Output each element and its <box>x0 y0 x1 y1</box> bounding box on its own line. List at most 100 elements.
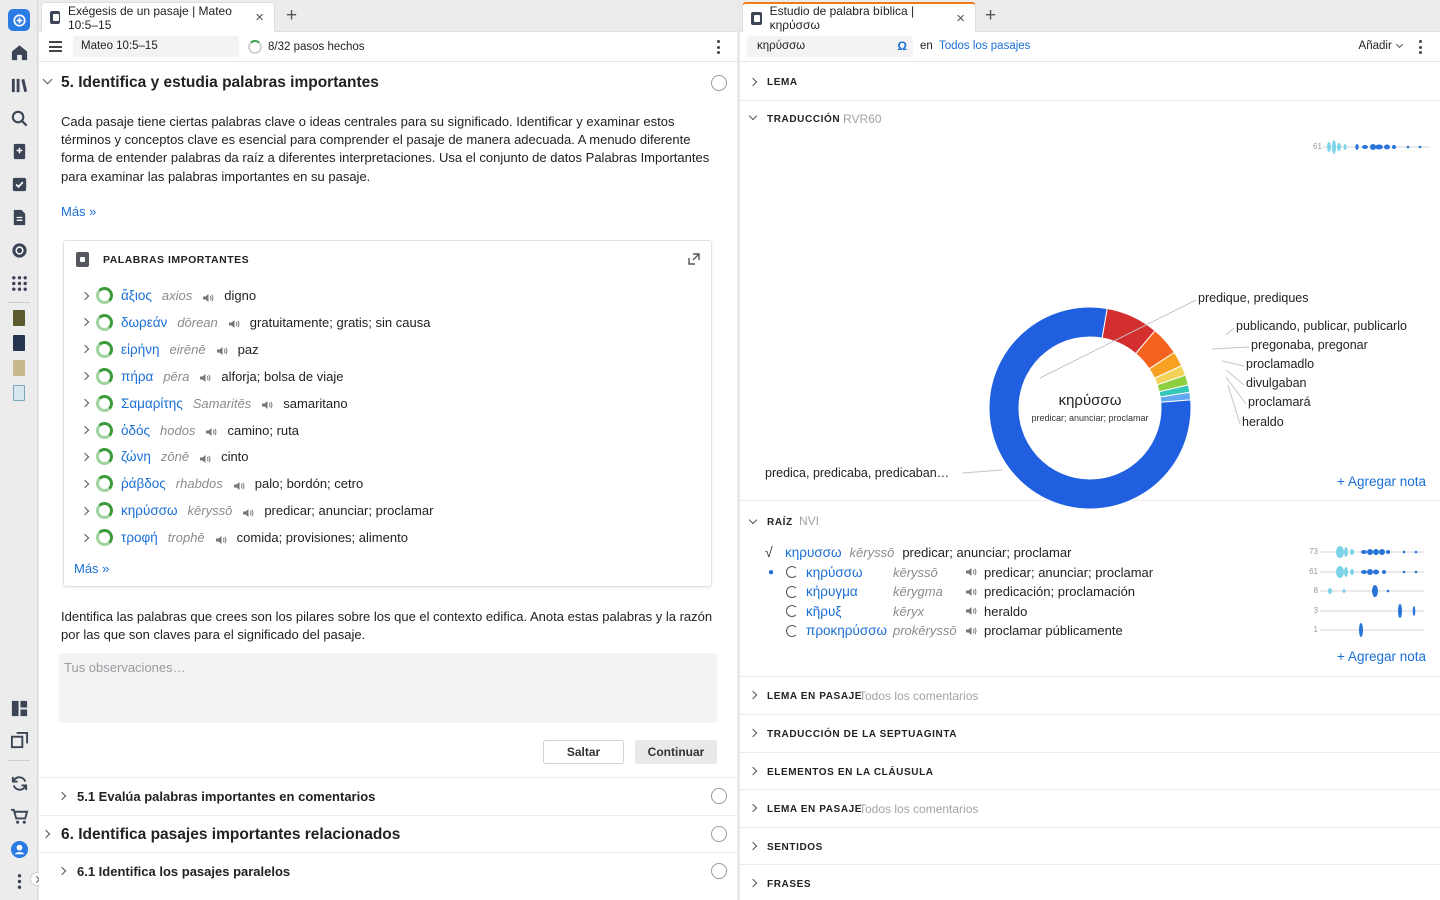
word-greek[interactable]: ζώνη <box>121 449 151 464</box>
word-row[interactable]: δωρεάν dōrean gratuitamente; gratis; sin c… <box>64 309 711 336</box>
chevron-right-icon[interactable] <box>80 479 90 489</box>
translation-version[interactable]: RVR60 <box>843 112 881 126</box>
close-icon[interactable]: × <box>255 9 264 26</box>
step-complete-checkbox[interactable] <box>711 863 727 879</box>
section-sentidos[interactable]: SENTIDOS <box>740 828 1440 865</box>
section-lema-en-pasaje[interactable]: LEMA EN PASAJE Todos los comentarios <box>740 677 1440 715</box>
word-greek[interactable]: κηρύσσω <box>121 503 178 518</box>
chevron-right-icon[interactable] <box>80 345 90 354</box>
chevron-right-icon[interactable] <box>80 452 90 462</box>
menu-icon[interactable] <box>49 41 62 52</box>
speaker-icon[interactable] <box>965 587 977 597</box>
section-septuaginta[interactable]: TRADUCCIÓN DE LA SEPTUAGINTA <box>740 715 1440 753</box>
chevron-right-icon[interactable] <box>80 533 90 542</box>
continue-button[interactable]: Continuar <box>635 740 717 764</box>
panel-menu-icon[interactable] <box>1419 40 1423 54</box>
tab-word-study[interactable]: Estudio de palabra bíblica | κηρύσσω × <box>742 2 976 32</box>
word-row[interactable]: Σαμαρίτης Samaritēs samaritano <box>64 390 711 417</box>
apps-grid-icon[interactable] <box>8 272 30 294</box>
guide-icon[interactable] <box>8 239 30 261</box>
tab-passage-exegesis[interactable]: Exégesis de un pasaje | Mateo 10:5–15 × <box>41 2 275 32</box>
more-link[interactable]: Más » <box>61 204 96 219</box>
add-note-link[interactable]: + Agregar nota <box>1337 474 1426 489</box>
new-tab-button[interactable]: + <box>985 5 996 27</box>
speaker-icon[interactable] <box>216 344 228 356</box>
word-greek[interactable]: πήρα <box>121 369 153 384</box>
speaker-icon[interactable] <box>965 606 977 616</box>
speaker-icon[interactable] <box>215 533 227 544</box>
open-windows-icon[interactable] <box>8 729 30 751</box>
book-cover-icon[interactable] <box>13 310 25 326</box>
panel-menu-icon[interactable] <box>717 40 721 54</box>
logos-logo-icon[interactable] <box>8 9 30 31</box>
root-word-greek[interactable]: προκηρύσσω <box>806 623 893 638</box>
word-greek[interactable]: εἰρήνη <box>121 342 159 357</box>
more-icon[interactable] <box>8 870 30 892</box>
word-row[interactable]: ὁδός hodos camino; ruta <box>64 417 711 444</box>
root-word-row[interactable]: κήρυγμα kērygma predicación; proclamación <box>768 582 1135 602</box>
greek-keyboard-icon[interactable]: Ω <box>897 39 907 53</box>
book-cover-icon[interactable] <box>13 360 25 376</box>
chevron-down-icon[interactable] <box>748 515 758 525</box>
home-icon[interactable] <box>8 41 30 63</box>
book-cover-icon[interactable] <box>13 385 25 401</box>
speaker-icon[interactable] <box>228 317 240 329</box>
root-word-greek[interactable]: κῆρυξ <box>806 604 893 619</box>
word-row[interactable]: εἰρήνη eirēnē paz <box>64 336 711 363</box>
step-5-header[interactable]: 5. Identifica y estudia palabras importa… <box>39 66 737 100</box>
search-icon[interactable] <box>8 107 30 129</box>
word-greek[interactable]: ὁδός <box>121 423 150 438</box>
word-search-input[interactable]: κηρύσσω Ω <box>747 36 913 57</box>
step-complete-checkbox[interactable] <box>711 788 727 804</box>
add-menu-button[interactable]: Añadir <box>1359 40 1404 52</box>
speaker-icon[interactable] <box>233 479 245 490</box>
word-row[interactable]: ῥάβδος rhabdos palo; bordón; cetro <box>64 470 711 497</box>
new-tab-button[interactable]: + <box>286 5 297 27</box>
cart-icon[interactable] <box>8 805 30 827</box>
word-greek[interactable]: ῥάβδος <box>121 476 166 491</box>
root-version[interactable]: NVI <box>799 514 819 528</box>
chevron-right-icon[interactable] <box>80 506 90 515</box>
speaker-icon[interactable] <box>242 506 254 517</box>
chevron-right-icon[interactable] <box>80 291 90 300</box>
speaker-icon[interactable] <box>202 291 214 302</box>
section-frases[interactable]: FRASES <box>740 865 1440 900</box>
root-word-row[interactable]: προκηρύσσω prokēryssō proclamar públicamen… <box>768 621 1123 641</box>
step-5-1-row[interactable]: 5.1 Evalúa palabras importantes en comen… <box>39 777 737 815</box>
more-link[interactable]: Más » <box>74 561 109 576</box>
word-row[interactable]: τροφή trophē comida; provisiones; alimento <box>64 524 711 551</box>
step-complete-checkbox[interactable] <box>711 826 727 842</box>
step-complete-checkbox[interactable] <box>711 75 727 91</box>
account-icon[interactable] <box>8 838 30 860</box>
section-filter[interactable]: Todos los comentarios <box>859 689 978 703</box>
word-greek[interactable]: ἄξιος <box>121 288 152 303</box>
section-filter[interactable]: Todos los comentarios <box>859 802 978 816</box>
section-clausula[interactable]: ELEMENTOS EN LA CLÁUSULA <box>740 753 1440 790</box>
root-word-row[interactable]: ● κηρύσσω kēryssō predicar; anunciar; procl… <box>768 562 1153 582</box>
step-6-row[interactable]: 6. Identifica pasajes importantes relaci… <box>39 815 737 852</box>
root-word-greek[interactable]: κήρυγμα <box>806 584 893 599</box>
checklist-icon[interactable] <box>8 173 30 195</box>
sync-icon[interactable] <box>8 772 30 794</box>
word-row[interactable]: ἄξιος axios digno <box>64 282 711 309</box>
library-icon[interactable] <box>8 74 30 96</box>
document-icon[interactable] <box>8 206 30 228</box>
speaker-icon[interactable] <box>965 567 977 577</box>
word-row[interactable]: κηρύσσω kēryssō predicar; anunciar; procla… <box>64 497 711 524</box>
add-note-link[interactable]: + Agregar nota <box>1337 649 1426 664</box>
section-lema-en-pasaje-2[interactable]: LEMA EN PASAJE Todos los comentarios <box>740 790 1440 828</box>
word-greek[interactable]: Σαμαρίτης <box>121 396 183 411</box>
layouts-icon[interactable] <box>8 697 30 719</box>
word-row[interactable]: ζώνη zōnē cinto <box>64 443 711 470</box>
root-word-greek[interactable]: κηρύσσω <box>806 565 893 580</box>
root-greek[interactable]: κηρυσσω <box>785 545 842 560</box>
reference-box[interactable]: Mateo 10:5–15 <box>73 36 239 57</box>
speaker-icon[interactable] <box>199 371 211 383</box>
chevron-right-icon[interactable] <box>80 425 90 435</box>
speaker-icon[interactable] <box>205 425 217 436</box>
expand-icon[interactable] <box>687 252 701 266</box>
section-lema[interactable]: LEMA <box>740 63 1440 101</box>
chevron-down-icon[interactable] <box>748 111 758 121</box>
speaker-icon[interactable] <box>261 398 273 410</box>
book-cover-icon[interactable] <box>13 335 25 351</box>
